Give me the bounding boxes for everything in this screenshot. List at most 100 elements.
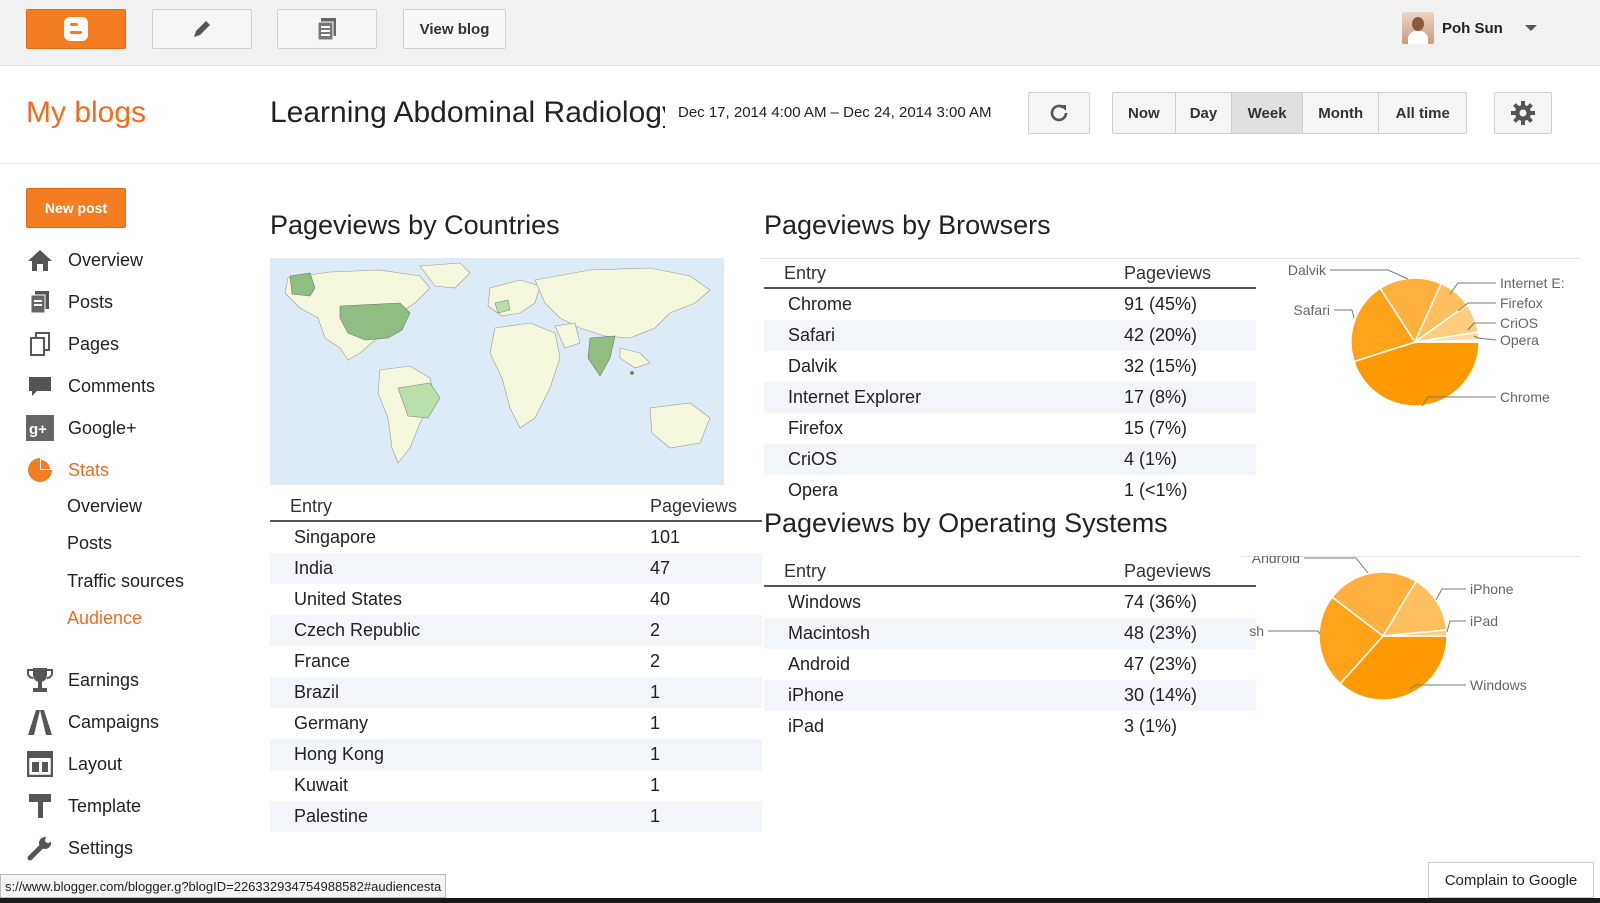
pie-leader-line [1446, 620, 1466, 633]
col-pageviews: Pageviews [1124, 560, 1212, 581]
table-row: Dalvik 32 (15%) [764, 351, 1256, 382]
entry-cell: Android [788, 654, 851, 674]
table-row: Opera 1 (<1%) [764, 475, 1256, 506]
table-header: Entry Pageviews [270, 492, 762, 522]
user-name: Poh Sun [1442, 19, 1503, 37]
entry-cell: Germany [294, 713, 369, 733]
sidebar-item-label: Posts [68, 291, 114, 312]
range-now-button[interactable]: Now [1113, 93, 1176, 133]
posts-list-button[interactable] [277, 9, 377, 49]
pageviews-cell: 74 (36%) [1124, 592, 1198, 612]
sidebar-item-campaigns[interactable]: Campaigns [26, 708, 159, 736]
sidebar-item-label: Earnings [68, 669, 140, 690]
table-row: iPhone 30 (14%) [764, 680, 1256, 711]
table-row: Macintosh 48 (23%) [764, 618, 1256, 649]
window-bottom-edge [0, 898, 1600, 903]
pageviews-cell: 32 (15%) [1124, 356, 1198, 376]
sidebar-item-overview[interactable]: Overview [26, 246, 143, 274]
google-plus-icon: g+ [26, 414, 54, 442]
chevron-down-icon [1524, 25, 1537, 31]
range-week-button[interactable]: Week [1232, 93, 1303, 133]
entry-cell: Safari [788, 325, 836, 345]
new-post-pencil-button[interactable] [152, 9, 252, 49]
my-blogs-link[interactable]: My blogs [26, 96, 146, 130]
entry-cell: iPhone [788, 685, 845, 705]
entry-cell: Firefox [788, 418, 844, 438]
entry-cell: Brazil [294, 682, 340, 702]
table-row: Czech Republic 2 [270, 615, 762, 646]
trophy-icon [26, 666, 54, 694]
range-month-button[interactable]: Month [1303, 93, 1380, 133]
pie-leader-line [1334, 309, 1355, 319]
pie-label: Chrome [1500, 389, 1550, 405]
col-pageviews: Pageviews [1124, 262, 1212, 283]
entry-cell: Windows [788, 592, 862, 612]
entry-cell: India [294, 558, 334, 578]
sidebar-item-pages[interactable]: Pages [26, 330, 119, 358]
browsers-title: Pageviews by Browsers [764, 210, 1051, 240]
top-bar: View blog Poh Sun [0, 0, 1600, 66]
stats-sub-audience[interactable]: Audience [67, 608, 142, 629]
user-menu[interactable]: Poh Sun [1402, 12, 1537, 44]
sidebar-item-stats[interactable]: Stats [26, 456, 109, 484]
settings-button[interactable] [1494, 92, 1552, 134]
entry-cell: Palestine [294, 806, 369, 826]
col-entry: Entry [784, 560, 827, 581]
view-blog-button[interactable]: View blog [403, 9, 506, 49]
blogger-icon [64, 17, 88, 41]
entry-cell: Macintosh [788, 623, 871, 643]
home-icon [26, 246, 54, 274]
table-row: United States 40 [270, 584, 762, 615]
pie-label: Dalvik [1288, 262, 1327, 278]
complain-to-google-button[interactable]: Complain to Google [1428, 862, 1594, 898]
range-day-button[interactable]: Day [1176, 93, 1233, 133]
sidebar-item-label: Campaigns [68, 711, 160, 732]
stats-icon [26, 456, 54, 484]
pie-label: Firefox [1500, 295, 1543, 311]
pageviews-cell: 48 (23%) [1124, 623, 1198, 643]
gear-icon [1511, 101, 1535, 125]
sidebar-item-earnings[interactable]: Earnings [26, 666, 139, 694]
sidebar-item-layout[interactable]: Layout [26, 750, 122, 778]
countries-table: Entry Pageviews Singapore 101 India 47 Unite… [270, 492, 762, 832]
new-post-button[interactable]: New post [26, 188, 126, 228]
pageviews-cell: 42 (20%) [1124, 325, 1198, 345]
pageviews-cell: 30 (14%) [1124, 685, 1198, 705]
template-icon [26, 792, 54, 820]
range-all-time-button[interactable]: All time [1379, 93, 1466, 133]
sidebar-item-label: Overview [68, 249, 144, 270]
pageviews-cell: 1 [650, 775, 661, 795]
stats-sub-posts[interactable]: Posts [67, 533, 112, 554]
os-pie-chart: Android iPhone Macintosh iPad Windows [1250, 556, 1527, 701]
pageviews-cell: 91 (45%) [1124, 294, 1198, 314]
sidebar-item-label: Pages [68, 333, 120, 354]
refresh-button[interactable] [1028, 92, 1090, 134]
pie-label: iPhone [1470, 581, 1514, 597]
blogger-logo-button[interactable] [26, 9, 126, 49]
blog-title: Learning Abdominal Radiology [270, 96, 665, 129]
stats-sub-overview[interactable]: Overview [67, 496, 142, 517]
sidebar-item-google-plus[interactable]: g+ Google+ [26, 414, 137, 442]
world-map [270, 258, 724, 485]
table-row: Hong Kong 1 [270, 739, 762, 770]
sidebar-item-posts[interactable]: Posts [26, 288, 113, 316]
sidebar-item-template[interactable]: Template [26, 792, 141, 820]
pie-label: CriOS [1500, 315, 1538, 331]
pageviews-cell: 47 (23%) [1124, 654, 1198, 674]
sidebar-item-label: Layout [68, 753, 123, 774]
sidebar-item-settings[interactable]: Settings [26, 834, 133, 862]
pageviews-cell: 1 [650, 806, 661, 826]
stats-sub-traffic-sources[interactable]: Traffic sources [67, 571, 184, 592]
pageviews-cell: 17 (8%) [1124, 387, 1188, 407]
sidebar-item-comments[interactable]: Comments [26, 372, 155, 400]
os-table: Entry Pageviews Windows 74 (36%) Macintosh… [764, 557, 1256, 742]
table-row: India 47 [270, 553, 762, 584]
pageviews-cell: 40 [650, 589, 671, 609]
entry-cell: Dalvik [788, 356, 838, 376]
entry-cell: Hong Kong [294, 744, 385, 764]
browsers-pie-chart: Dalvik Internet E: Firefox Safari CriOSOpera… [1288, 262, 1565, 407]
pageviews-cell: 2 [650, 620, 661, 640]
table-row: Windows 74 (36%) [764, 587, 1256, 618]
sidebar-item-label: Stats [68, 459, 110, 480]
col-pageviews: Pageviews [650, 495, 738, 516]
